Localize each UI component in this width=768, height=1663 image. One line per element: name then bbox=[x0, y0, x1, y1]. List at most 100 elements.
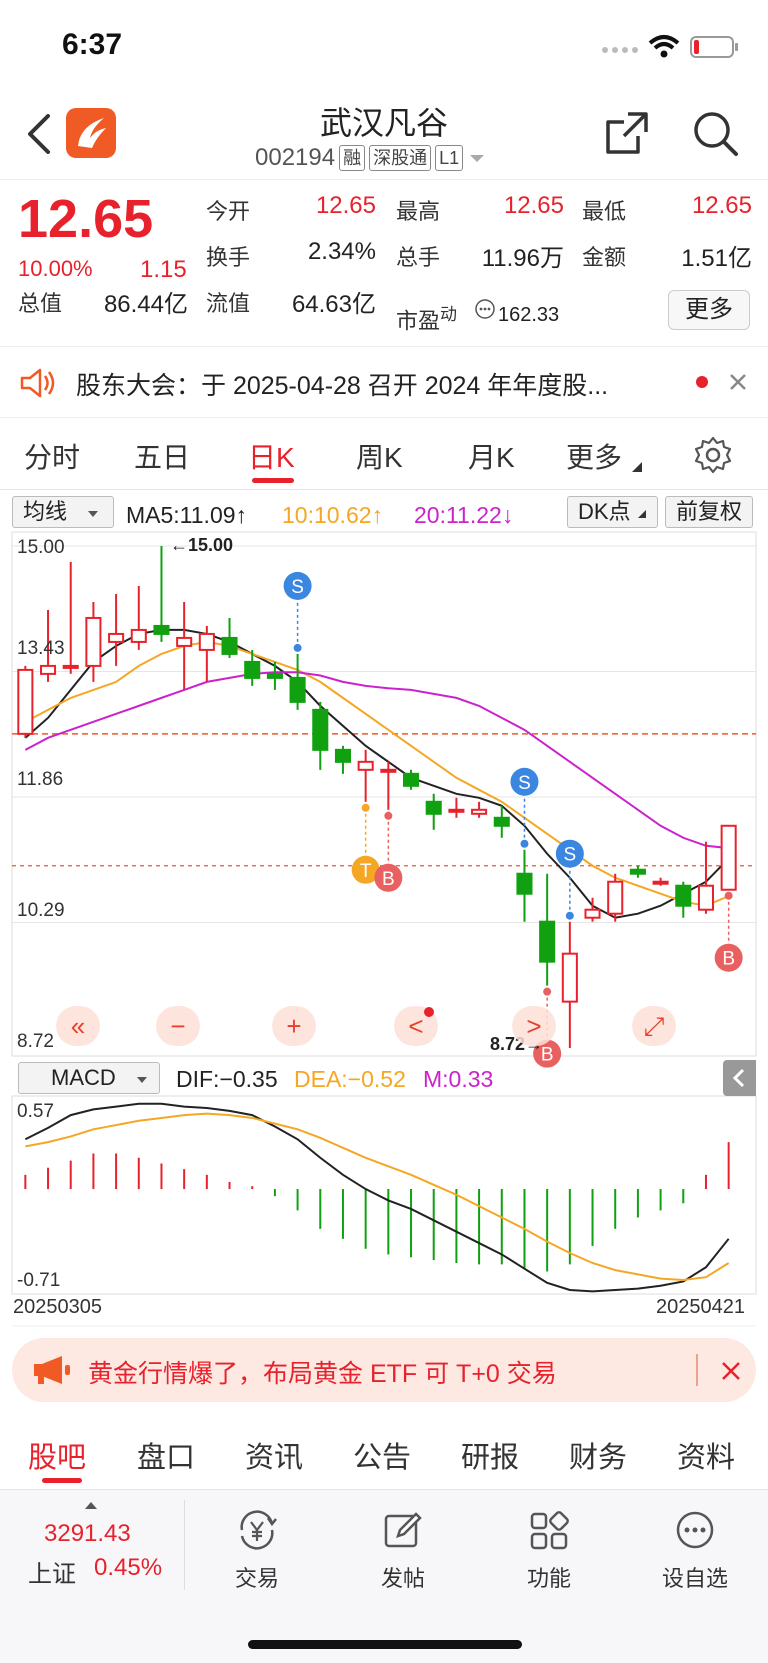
subtab-order-book[interactable]: 盘口 bbox=[137, 1434, 195, 1476]
candle-body-5 bbox=[130, 628, 147, 643]
subtab-research[interactable]: 研报 bbox=[461, 1434, 519, 1476]
notice-text: 股东大会：于 2025-04-28 召开 2024 年年度股... bbox=[76, 372, 609, 400]
date-end: 20250421 bbox=[656, 1296, 745, 1318]
promo-banner[interactable]: 黄金行情爆了，布局黄金 ETF 可 T+0 交易 bbox=[12, 1338, 756, 1402]
macd-select-caret-icon bbox=[136, 1077, 147, 1083]
next-button[interactable]: > bbox=[512, 1006, 556, 1046]
signal-label-6: B bbox=[722, 949, 735, 970]
candle-body-8 bbox=[198, 632, 215, 651]
macd-indicator-bar: MACD DIF:−0.35 DEA:−0.52 M:0.33 bbox=[0, 1060, 768, 1096]
k-ytick-4: 8.72 bbox=[17, 1031, 54, 1052]
speaker-icon bbox=[20, 368, 55, 398]
quote-value-5: 1.51亿 bbox=[681, 245, 752, 272]
k-frame bbox=[11, 531, 757, 1057]
stock-name: 武汉凡谷 bbox=[319, 105, 448, 141]
add-watchlist-button[interactable]: 设自选 bbox=[640, 1508, 750, 1593]
index-value: 3291.43 bbox=[44, 1520, 131, 1547]
info-dots-icon[interactable] bbox=[474, 298, 496, 320]
quote-label-6: 总值 bbox=[18, 291, 63, 316]
signal-label-2: B bbox=[382, 869, 395, 890]
macd-frame bbox=[11, 1095, 757, 1295]
tab-more-caret-icon bbox=[632, 462, 642, 472]
fast-backward-button[interactable]: « bbox=[56, 1006, 100, 1046]
change-percent: 10.00% bbox=[18, 256, 93, 281]
fullscreen-button[interactable]: ⤢ bbox=[632, 1006, 676, 1046]
kline-chart[interactable]: ST BSBSB bbox=[0, 530, 768, 1330]
candle-body-23 bbox=[539, 920, 556, 963]
unread-dot-icon bbox=[696, 376, 708, 388]
grid-icon bbox=[530, 1511, 569, 1550]
ma-select[interactable]: 均线 bbox=[12, 496, 114, 528]
change-amount: 1.15 bbox=[140, 256, 187, 283]
candle-body-11 bbox=[266, 672, 283, 679]
subtab-financials[interactable]: 财务 bbox=[569, 1434, 627, 1476]
more-circle-icon bbox=[676, 1511, 714, 1549]
macd-select[interactable]: MACD bbox=[18, 1062, 160, 1094]
candle-body-12 bbox=[289, 676, 306, 703]
signal-label-3: S bbox=[518, 773, 531, 794]
k-ytick-2: 11.86 bbox=[17, 769, 64, 790]
candle-body-30 bbox=[697, 884, 715, 911]
tab-five-day[interactable]: 五日 bbox=[134, 436, 190, 476]
signal-anchor-3 bbox=[520, 839, 529, 848]
zoom-out-button[interactable]: − bbox=[156, 1006, 200, 1046]
functions-button[interactable]: 功能 bbox=[494, 1508, 604, 1593]
k-ytick-3: 10.29 bbox=[17, 900, 65, 921]
subtab-forum[interactable]: 股吧 bbox=[28, 1434, 86, 1476]
candle-body-26 bbox=[607, 880, 624, 915]
index-name: 上证 bbox=[28, 1561, 76, 1588]
edit-icon bbox=[384, 1512, 422, 1548]
settings-gear-icon[interactable] bbox=[694, 436, 732, 474]
dk-point-button[interactable]: DK点 bbox=[567, 496, 658, 528]
signal-anchor-1 bbox=[361, 803, 370, 812]
pe-label: 市盈动 bbox=[396, 305, 458, 334]
tab-intraday[interactable]: 分时 bbox=[24, 436, 80, 476]
index-change: 0.45% bbox=[94, 1554, 163, 1581]
candle-body-31 bbox=[720, 824, 737, 891]
battery-icon bbox=[690, 36, 738, 58]
bottom-toolbar: 3291.43 上证 0.45% 交易 发帖 功能 设自选 bbox=[0, 1490, 768, 1663]
prev-indicator-dot-icon bbox=[424, 1007, 434, 1017]
more-button[interactable]: 更多 bbox=[668, 290, 750, 330]
macd-dea: DEA:−0.52 bbox=[294, 1066, 406, 1092]
close-icon[interactable] bbox=[728, 372, 748, 392]
candle-body-19 bbox=[448, 808, 465, 813]
signal-anchor-6 bbox=[724, 891, 733, 900]
collapse-panel-button[interactable] bbox=[723, 1060, 756, 1096]
megaphone-icon bbox=[34, 1356, 70, 1384]
subtab-announcements[interactable]: 公告 bbox=[353, 1434, 411, 1476]
candle-body-22 bbox=[516, 872, 533, 895]
tab-daily-k[interactable]: 日K bbox=[248, 436, 295, 476]
candle-body-10 bbox=[244, 660, 261, 679]
yen-exchange-icon bbox=[240, 1510, 277, 1550]
tab-more[interactable]: 更多 bbox=[566, 436, 622, 476]
candle-body-25 bbox=[584, 908, 601, 919]
dk-caret-icon bbox=[637, 510, 646, 518]
candle-body-9 bbox=[221, 636, 238, 655]
candle-body-0 bbox=[17, 668, 34, 735]
trade-button[interactable]: 交易 bbox=[202, 1508, 312, 1593]
dropdown-caret-icon[interactable] bbox=[467, 152, 487, 164]
status-time: 6:37 bbox=[62, 28, 123, 61]
subtab-profile[interactable]: 资料 bbox=[677, 1434, 735, 1476]
forward-adjust-button[interactable]: 前复权 bbox=[665, 496, 754, 528]
tab-monthly-k[interactable]: 月K bbox=[468, 436, 515, 476]
candle-body-20 bbox=[471, 808, 488, 815]
quote-value-3: 2.34% bbox=[307, 238, 376, 265]
macd-ytick-1: -0.71 bbox=[17, 1270, 61, 1291]
kline-signals: ST BSBSB bbox=[283, 571, 743, 1068]
post-button[interactable]: 发帖 bbox=[348, 1508, 458, 1593]
notice-bar[interactable]: 股东大会：于 2025-04-28 召开 2024 年年度股... bbox=[0, 348, 768, 418]
candle-body-4 bbox=[108, 632, 125, 643]
search-icon[interactable] bbox=[690, 108, 740, 158]
select-caret-icon bbox=[88, 511, 99, 517]
banner-close-icon[interactable] bbox=[720, 1360, 742, 1382]
sub-tabs: 股吧 盘口 资讯 公告 研报 财务 资料 bbox=[0, 1418, 768, 1490]
subtab-news[interactable]: 资讯 bbox=[245, 1434, 303, 1476]
share-icon[interactable] bbox=[604, 110, 650, 156]
tab-weekly-k[interactable]: 周K bbox=[356, 436, 403, 476]
status-bar: 6:37 bbox=[0, 0, 768, 90]
k-ytick-1: 13.43 bbox=[17, 638, 65, 659]
index-widget[interactable]: 3291.43 上证 0.45% bbox=[0, 1490, 184, 1602]
zoom-in-button[interactable]: + bbox=[272, 1006, 316, 1046]
